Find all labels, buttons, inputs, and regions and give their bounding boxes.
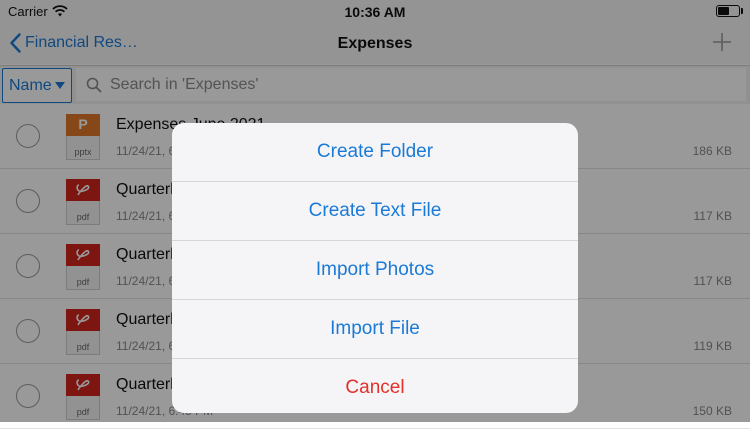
import-file-button[interactable]: Import File xyxy=(172,300,578,359)
create-folder-button[interactable]: Create Folder xyxy=(172,123,578,182)
action-sheet: Create Folder Create Text File Import Phot… xyxy=(172,123,578,413)
create-text-file-button[interactable]: Create Text File xyxy=(172,182,578,241)
cancel-button[interactable]: Cancel xyxy=(172,359,578,413)
import-photos-button[interactable]: Import Photos xyxy=(172,241,578,300)
